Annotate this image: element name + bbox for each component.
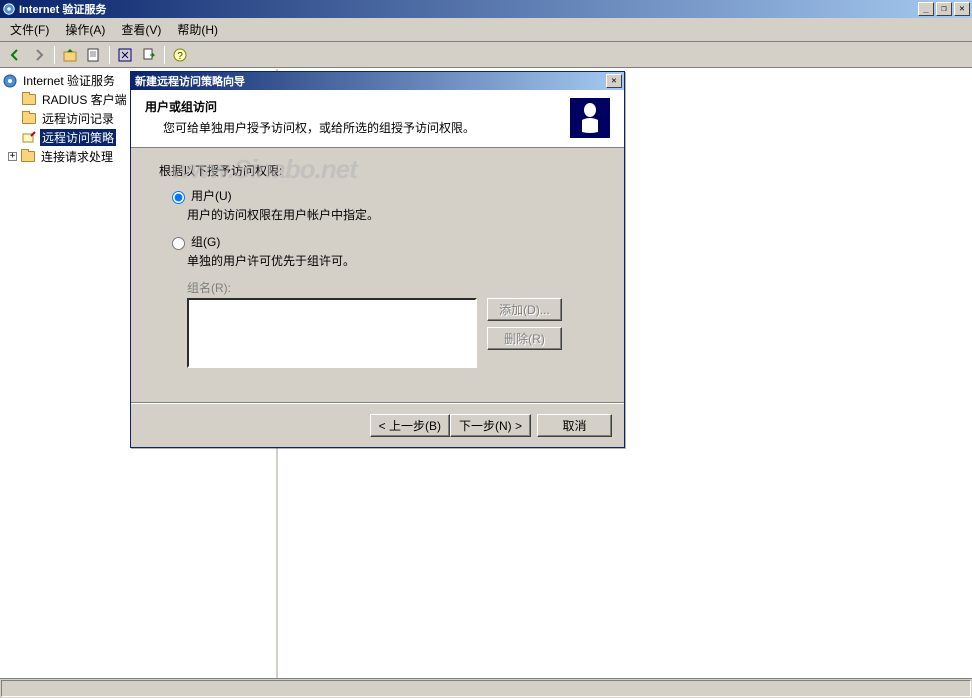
tree-root-label: Internet 验证服务 [21, 72, 117, 89]
help-button[interactable]: ? [169, 44, 191, 66]
tree-item-label: RADIUS 客户端 [40, 91, 129, 108]
server-icon [2, 74, 18, 88]
group-name-label: 组名(R): [187, 279, 596, 296]
export-button[interactable] [138, 44, 160, 66]
wizard-header-desc: 您可给单独用户授予访问权，或给所选的组授予访问权限。 [145, 119, 562, 136]
status-cell [1, 680, 971, 697]
next-button[interactable]: 下一步(N) > [450, 414, 531, 437]
window-buttons: _ ❐ ✕ [918, 2, 970, 16]
user-desc: 用户的访问权限在用户帐户中指定。 [187, 206, 596, 223]
expand-icon[interactable]: + [8, 152, 17, 161]
cancel-button[interactable]: 取消 [537, 414, 612, 437]
maximize-button[interactable]: ❐ [936, 2, 952, 16]
folder-icon [21, 93, 37, 107]
back-button[interactable] [4, 44, 26, 66]
minimize-button[interactable]: _ [918, 2, 934, 16]
radio-user-label: 用户(U) [191, 187, 232, 204]
remove-button[interactable]: 删除(R) [487, 327, 562, 350]
radio-user[interactable]: 用户(U) [167, 187, 596, 204]
policy-icon [21, 131, 37, 145]
wizard-dialog: 新建远程访问策略向导 ✕ 用户或组访问 您可给单独用户授予访问权，或给所选的组授… [130, 71, 625, 448]
wizard-header-title: 用户或组访问 [145, 98, 562, 115]
titlebar: Internet 验证服务 _ ❐ ✕ [0, 0, 972, 18]
app-icon [2, 2, 16, 16]
wizard-title: 新建远程访问策略向导 [133, 73, 606, 89]
refresh-button[interactable] [114, 44, 136, 66]
back-button[interactable]: < 上一步(B) [370, 414, 450, 437]
menu-view[interactable]: 查看(V) [113, 19, 169, 40]
wizard-header: 用户或组访问 您可给单独用户授予访问权，或给所选的组授予访问权限。 [131, 90, 624, 148]
properties-button[interactable] [83, 44, 105, 66]
section-label: 根据以下授予访问权限: [159, 162, 596, 179]
toolbar-separator [164, 46, 165, 64]
window-title: Internet 验证服务 [19, 1, 918, 17]
toolbar-separator [109, 46, 110, 64]
folder-icon [21, 112, 37, 126]
radio-group[interactable]: 组(G) [167, 233, 596, 250]
radio-user-input[interactable] [172, 191, 185, 204]
menubar: 文件(F) 操作(A) 查看(V) 帮助(H) [0, 18, 972, 42]
wizard-titlebar[interactable]: 新建远程访问策略向导 ✕ [131, 72, 624, 90]
group-desc: 单独的用户许可优先于组许可。 [187, 252, 596, 269]
wizard-icon [570, 98, 610, 138]
close-button[interactable]: ✕ [954, 2, 970, 16]
statusbar [0, 678, 972, 698]
up-button[interactable] [59, 44, 81, 66]
radio-group-input[interactable] [172, 237, 185, 250]
folder-icon [20, 150, 36, 164]
menu-file[interactable]: 文件(F) [2, 19, 57, 40]
menu-action[interactable]: 操作(A) [57, 19, 113, 40]
tree-item-label: 远程访问记录 [40, 110, 116, 127]
add-button[interactable]: 添加(D)... [487, 298, 562, 321]
forward-button[interactable] [28, 44, 50, 66]
tree-item-label: 连接请求处理 [39, 148, 115, 165]
toolbar-separator [54, 46, 55, 64]
wizard-body: www.Sinabo.net 根据以下授予访问权限: 用户(U) 用户的访问权限… [131, 148, 624, 403]
group-listbox[interactable] [187, 298, 477, 368]
menu-help[interactable]: 帮助(H) [169, 19, 226, 40]
svg-text:?: ? [177, 51, 183, 62]
radio-group-label: 组(G) [191, 233, 220, 250]
tree-item-label: 远程访问策略 [40, 129, 116, 146]
wizard-close-button[interactable]: ✕ [606, 74, 622, 88]
toolbar: ? [0, 42, 972, 68]
wizard-footer: < 上一步(B) 下一步(N) > 取消 [131, 403, 624, 447]
